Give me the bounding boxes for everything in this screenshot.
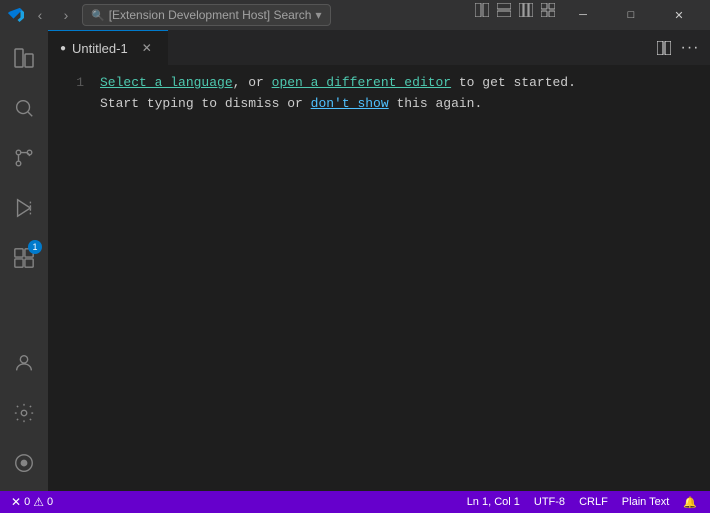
select-language-link[interactable]: Select a language — [100, 75, 233, 90]
line-2-content: Start typing to dismiss or don't show th… — [100, 94, 710, 113]
sidebar-item-extensions[interactable]: 1 — [0, 234, 48, 282]
line-number-1: 1 — [48, 73, 100, 92]
title-bar-left: ‹ › 🔍 [Extension Development Host] Searc… — [8, 4, 331, 26]
line-1-content: Select a language, or open a different e… — [100, 73, 710, 92]
line2-end: this again. — [389, 96, 483, 111]
editor-content[interactable]: 1 Select a language, or open a different… — [48, 65, 710, 491]
sidebar-item-account[interactable] — [0, 339, 48, 387]
close-button[interactable]: ✕ — [656, 0, 702, 30]
editor-tab-untitled[interactable]: ● Untitled-1 ✕ — [48, 30, 168, 65]
minimize-button[interactable]: ─ — [560, 0, 606, 30]
search-label: [Extension Development Host] Search — [109, 8, 312, 22]
line2-start: Start typing to dismiss or — [100, 96, 311, 111]
nav-buttons: ‹ › — [28, 4, 78, 26]
search-dropdown-icon[interactable]: ▾ — [315, 8, 321, 22]
more-actions-button[interactable]: ··· — [678, 36, 702, 60]
warning-icon: ⚠ — [33, 495, 44, 509]
editor-line-2: Start typing to dismiss or don't show th… — [48, 94, 710, 113]
status-bar-left: ✕ 0 ⚠ 0 — [8, 491, 56, 513]
status-encoding[interactable]: UTF-8 — [529, 491, 570, 513]
nav-back-button[interactable]: ‹ — [28, 4, 52, 26]
layout-btn-4[interactable] — [538, 0, 558, 20]
search-bar[interactable]: 🔍 [Extension Development Host] Search ▾ — [82, 4, 331, 26]
layout-btn-3[interactable] — [516, 0, 536, 20]
error-icon: ✕ — [11, 495, 21, 509]
activity-bar-bottom — [0, 339, 48, 491]
status-language[interactable]: Plain Text — [617, 491, 675, 513]
layout-btn-1[interactable] — [472, 0, 492, 20]
window-controls: ─ □ ✕ — [472, 0, 702, 30]
tab-dot: ● — [60, 43, 66, 54]
sidebar-item-run-debug[interactable] — [0, 184, 48, 232]
editor-line-1: 1 Select a language, or open a different… — [48, 73, 710, 92]
warning-count: 0 — [47, 496, 53, 508]
main-area: 1 — [0, 30, 710, 491]
vscode-icon — [8, 7, 24, 23]
line1-comma: , or — [233, 75, 272, 90]
status-line-ending[interactable]: CRLF — [574, 491, 613, 513]
status-bell[interactable]: 🔔 — [678, 491, 702, 513]
nav-forward-button[interactable]: › — [54, 4, 78, 26]
status-errors[interactable]: ✕ 0 ⚠ 0 — [8, 491, 56, 513]
title-bar: ‹ › 🔍 [Extension Development Host] Searc… — [0, 0, 710, 30]
language-label: Plain Text — [622, 496, 670, 508]
sidebar-item-search[interactable] — [0, 84, 48, 132]
position-label: Ln 1, Col 1 — [467, 496, 520, 508]
line-ending-label: CRLF — [579, 496, 608, 508]
tab-bar: ● Untitled-1 ✕ ··· — [48, 30, 710, 65]
open-editor-link[interactable]: open a different editor — [272, 75, 451, 90]
split-editor-button[interactable] — [652, 36, 676, 60]
status-bar-right: Ln 1, Col 1 UTF-8 CRLF Plain Text 🔔 — [462, 491, 702, 513]
tab-actions: ··· — [652, 36, 710, 60]
bell-icon: 🔔 — [683, 496, 697, 509]
search-icon: 🔍 — [91, 9, 105, 22]
tab-close-icon[interactable]: ✕ — [142, 41, 152, 55]
activity-bar: 1 — [0, 30, 48, 491]
extensions-badge: 1 — [28, 240, 42, 254]
sidebar-item-settings[interactable] — [0, 389, 48, 437]
sidebar-item-explorer[interactable] — [0, 34, 48, 82]
sidebar-item-source-control[interactable] — [0, 134, 48, 182]
status-bar: ✕ 0 ⚠ 0 Ln 1, Col 1 UTF-8 CRLF Plain Tex… — [0, 491, 710, 513]
line1-end: to get started. — [451, 75, 576, 90]
layout-btn-2[interactable] — [494, 0, 514, 20]
error-count: 0 — [24, 496, 30, 508]
status-position[interactable]: Ln 1, Col 1 — [462, 491, 525, 513]
encoding-label: UTF-8 — [534, 496, 565, 508]
sidebar-item-debug-console[interactable] — [0, 439, 48, 487]
maximize-button[interactable]: □ — [608, 0, 654, 30]
dont-show-link[interactable]: don't show — [311, 96, 389, 111]
tab-title: Untitled-1 — [72, 41, 128, 56]
editor-area: ● Untitled-1 ✕ ··· 1 Select a language, — [48, 30, 710, 491]
